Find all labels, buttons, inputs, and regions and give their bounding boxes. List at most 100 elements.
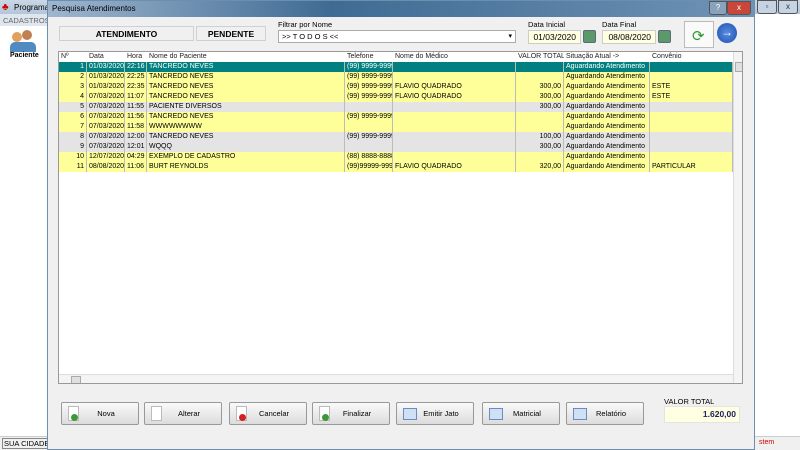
table-cell: FLAVIO QUADRADO [393,162,516,172]
column-header[interactable]: Nº [59,52,87,62]
table-cell [393,122,516,132]
table-cell: (99) 9999-9999 [347,82,393,92]
table-row[interactable]: 1 01/03/2020 22:16 TANCREDO NEVES (99) 9999-… [59,62,733,72]
table-cell: PARTICULAR [650,162,733,172]
table-cell: 11:56 [125,112,147,122]
table-cell: 7 [59,122,87,132]
column-header[interactable]: Convênio [650,52,733,62]
table-row[interactable]: 5 07/03/2020 11:55 PACIENTE DIVERSOS 300,00 A… [59,102,733,112]
alterar-button[interactable]: Alterar [144,402,222,425]
restore-button[interactable]: ▫ [757,0,777,14]
chevron-down-icon: ▾ [508,33,512,40]
table-row[interactable]: 4 07/03/2020 11:07 TANCREDO NEVES (99) 9999-… [59,92,733,102]
calendar-icon[interactable] [583,30,596,43]
button-label: Alterar [177,409,201,418]
table-cell: TANCREDO NEVES [147,62,345,72]
table-row[interactable]: 6 07/03/2020 11:56 TANCREDO NEVES (99) 9999-… [59,112,733,122]
data-final-label: Data Final [602,20,637,29]
table-cell: PACIENTE DIVERSOS [147,102,345,112]
table-row[interactable]: 7 07/03/2020 11:58 WWWWWWWW Aguardando Atend… [59,122,733,132]
data-final-input[interactable]: 08/08/2020 [602,30,656,44]
table-row[interactable]: 9 07/03/2020 12:01 WQQQ 300,00 Aguardando Ate… [59,142,733,152]
status-dot-icon [239,414,246,421]
table-cell: TANCREDO NEVES [147,132,345,142]
table-cell: 300,00 [516,92,564,102]
patients-icon[interactable] [8,30,40,52]
table-cell [650,72,733,82]
background-title: Programa [14,3,50,12]
menu-cadastros[interactable]: CADASTROS [0,14,50,26]
filter-select[interactable]: >> T O D O S << ▾ [278,30,516,43]
table-cell: 4 [59,92,87,102]
table-cell: 07/03/2020 [89,132,125,142]
column-header[interactable]: Hora [125,52,147,62]
printer-icon [489,408,503,420]
table-cell: (99)99999-9999 [347,162,393,172]
background-close-button[interactable]: x [778,0,798,14]
finalizar-button[interactable]: Finalizar [312,402,390,425]
table-cell: Aguardando Atendimento [564,162,650,172]
calendar-icon[interactable] [658,30,671,43]
data-inicial-input[interactable]: 01/03/2020 [528,30,581,44]
table-cell: 22:25 [125,72,147,82]
table-cell [516,112,564,122]
table-cell: Aguardando Atendimento [564,92,650,102]
table-row[interactable]: 2 01/03/2020 22:25 TANCREDO NEVES (99) 9999-… [59,72,733,82]
column-header[interactable]: Nome do Médico [393,52,516,62]
table-cell: 07/03/2020 [89,102,125,112]
table-cell: 11:06 [125,162,147,172]
table-cell: 300,00 [516,142,564,152]
column-header[interactable]: VALOR TOTAL [516,52,564,62]
total-value: 1.620,00 [664,406,740,423]
column-header[interactable]: Telefone [345,52,393,62]
column-header[interactable]: Situação Atual -> [564,52,650,62]
refresh-icon: ⟳ [692,28,705,45]
table-cell: 8 [59,132,87,142]
table-cell: (99) 9999-9999 [347,132,393,142]
close-button[interactable]: x [727,1,751,15]
sidebar-item-paciente[interactable]: Paciente [10,52,39,59]
table-cell [345,142,393,152]
vertical-scrollbar[interactable] [733,52,742,383]
dialog-title-bar: Pesquisa Atendimentos [48,1,754,17]
table-row[interactable]: 11 08/08/2020 11:06 BURT REYNOLDS (99)99999-… [59,162,733,172]
table-cell: WQQQ [147,142,345,152]
column-header[interactable]: Nome do Paciente [147,52,345,62]
table-cell [516,122,564,132]
table-cell: TANCREDO NEVES [147,72,345,82]
refresh-button[interactable]: ⟳ [684,21,714,48]
table-cell [516,72,564,82]
emitir-jato-button[interactable]: Emitir Jato [396,402,474,425]
table-cell: 01/03/2020 [89,62,125,72]
arrow-right-icon[interactable]: → [717,23,737,43]
printer-icon [573,408,587,420]
column-header[interactable]: Data [87,52,125,62]
table-cell [650,142,733,152]
cancelar-button[interactable]: Cancelar [229,402,307,425]
button-label: Relatório [595,409,626,418]
table-row[interactable]: 8 07/03/2020 12:00 TANCREDO NEVES (99) 9999-… [59,132,733,142]
table-cell: 12:00 [125,132,147,142]
table-cell: (99) 9999-9999 [347,92,393,102]
horizontal-scrollbar[interactable] [59,374,733,383]
table-cell [650,62,733,72]
table-cell: BURT REYNOLDS [147,162,345,172]
filter-value: >> T O D O S << [282,32,339,41]
table-cell: EXEMPLO DE CADASTRO [147,152,345,162]
nova-button[interactable]: Nova [61,402,139,425]
relatorio-button[interactable]: Relatório [566,402,644,425]
table-row[interactable]: 3 01/03/2020 22:35 TANCREDO NEVES (99) 9999-… [59,82,733,92]
table-cell: 300,00 [516,82,564,92]
table-cell: 11:58 [125,122,147,132]
table-cell [650,122,733,132]
status-dot-icon [71,414,78,421]
matricial-button[interactable]: Matricial [482,402,560,425]
help-button[interactable]: ? [709,1,727,15]
table-cell [393,132,516,142]
table-cell: Aguardando Atendimento [564,62,650,72]
table-cell: Aguardando Atendimento [564,142,650,152]
button-label: Cancelar [258,409,289,418]
filter-label: Filtrar por Nome [278,20,333,29]
table-row[interactable]: 10 12/07/2020 04:29 EXEMPLO DE CADASTRO (88)… [59,152,733,162]
table-cell: Aguardando Atendimento [564,112,650,122]
